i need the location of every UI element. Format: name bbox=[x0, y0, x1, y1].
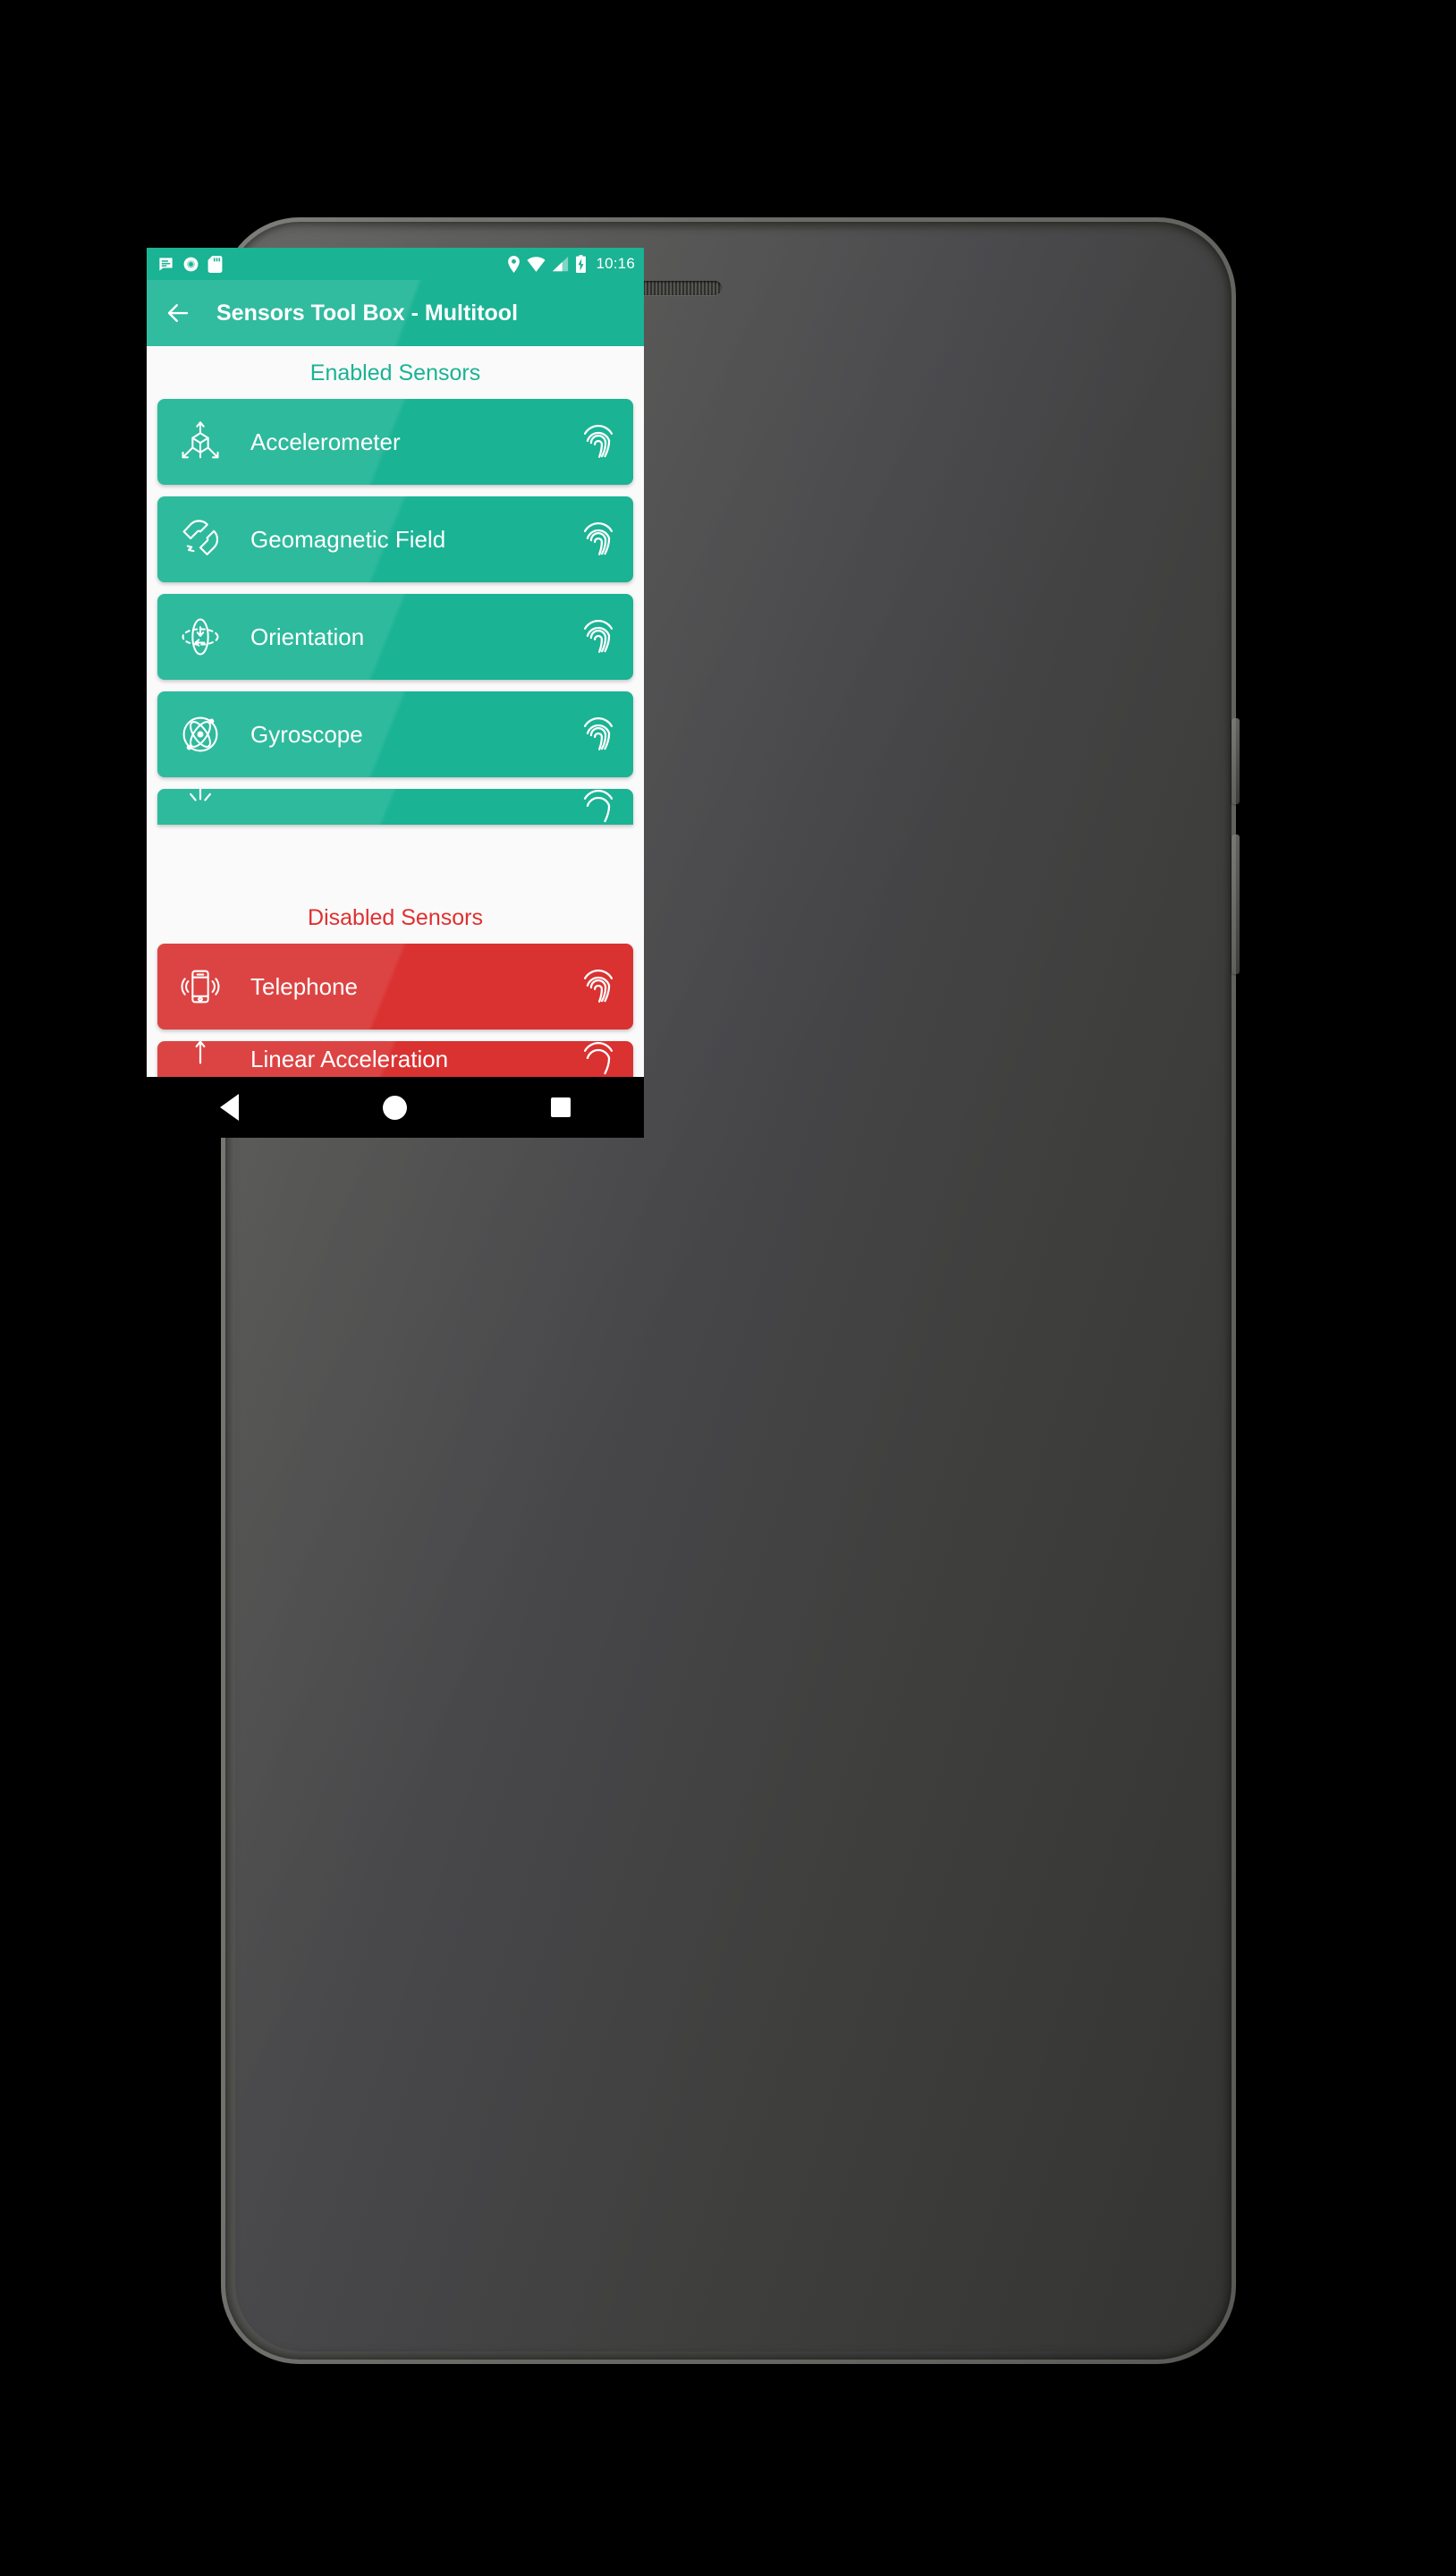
disabled-sensors-block: Disabled Sensors Telephone Linear Accele… bbox=[147, 891, 644, 1077]
battery-charging-icon bbox=[576, 255, 587, 273]
back-arrow-glyph bbox=[167, 304, 189, 322]
sensor-card-telephone[interactable]: Telephone bbox=[157, 944, 633, 1030]
fingerprint-icon[interactable] bbox=[578, 963, 619, 1010]
status-bar: 10:16 bbox=[147, 248, 644, 280]
nav-back-button[interactable] bbox=[203, 1087, 257, 1128]
back-arrow-icon[interactable] bbox=[163, 298, 193, 328]
page-title: Sensors Tool Box - Multitool bbox=[216, 300, 519, 326]
fingerprint-icon[interactable] bbox=[578, 516, 619, 563]
status-bar-left-icons bbox=[157, 255, 223, 273]
card-sheen bbox=[157, 789, 633, 825]
nav-recents-icon bbox=[551, 1097, 571, 1117]
sensor-label: Orientation bbox=[250, 623, 365, 650]
section-heading-disabled: Disabled Sensors bbox=[147, 891, 644, 944]
status-bar-clock: 10:16 bbox=[596, 255, 635, 272]
sensor-label: Accelerometer bbox=[250, 428, 401, 455]
record-circle-icon bbox=[183, 257, 199, 271]
fingerprint-icon[interactable] bbox=[578, 614, 619, 660]
phone-screen: 10:16 Sensors Tool Box - Multitool Enabl… bbox=[147, 248, 644, 1138]
location-pin-icon bbox=[508, 255, 521, 273]
sensor-card-orientation[interactable]: Orientation bbox=[157, 594, 633, 680]
section-heading-enabled: Enabled Sensors bbox=[147, 346, 644, 399]
fingerprint-icon[interactable] bbox=[578, 711, 619, 758]
sensor-card-linear-acceleration[interactable]: Linear Acceleration bbox=[157, 1041, 633, 1077]
volume-button[interactable] bbox=[1232, 835, 1240, 974]
axis-3d-icon bbox=[174, 415, 227, 469]
light-sensor-icon bbox=[174, 789, 227, 825]
sensor-card-gyroscope[interactable]: Gyroscope bbox=[157, 691, 633, 777]
power-button[interactable] bbox=[1232, 718, 1240, 804]
sensor-label: Linear Acceleration bbox=[250, 1045, 449, 1072]
nav-recents-button[interactable] bbox=[534, 1087, 588, 1128]
sensor-label: Geomagnetic Field bbox=[250, 525, 446, 553]
rotation-sphere-icon bbox=[174, 610, 227, 664]
wifi-icon bbox=[527, 256, 546, 272]
fingerprint-icon[interactable] bbox=[578, 789, 619, 825]
fingerprint-icon[interactable] bbox=[578, 419, 619, 465]
vibrating-phone-icon bbox=[174, 960, 227, 1013]
notification-message-icon bbox=[159, 257, 173, 271]
sensor-card-accelerometer[interactable]: Accelerometer bbox=[157, 399, 633, 485]
gyroscope-atom-icon bbox=[174, 708, 227, 761]
sensor-card-geomagnetic-field[interactable]: Geomagnetic Field bbox=[157, 496, 633, 582]
sensor-list[interactable]: Enabled Sensors Accelerometer Geomagneti… bbox=[147, 346, 644, 1077]
nav-home-icon bbox=[383, 1095, 408, 1120]
android-nav-bar bbox=[147, 1077, 644, 1138]
arrow-up-axis-icon bbox=[174, 1041, 227, 1077]
fingerprint-icon[interactable] bbox=[578, 1041, 619, 1077]
screenshot-stage: 10:16 Sensors Tool Box - Multitool Enabl… bbox=[0, 0, 1456, 2576]
sd-card-icon bbox=[207, 255, 223, 273]
nav-home-button[interactable] bbox=[368, 1087, 422, 1128]
sensor-label: Telephone bbox=[250, 972, 358, 1000]
app-bar: Sensors Tool Box - Multitool bbox=[147, 280, 644, 346]
status-bar-right-icons: 10:16 bbox=[507, 255, 635, 273]
nav-back-icon bbox=[220, 1094, 240, 1121]
sensor-card-clipped-enabled[interactable] bbox=[157, 789, 633, 825]
cellular-signal-icon bbox=[553, 256, 569, 271]
magnet-icon bbox=[174, 513, 227, 566]
sensor-label: Gyroscope bbox=[250, 720, 363, 748]
